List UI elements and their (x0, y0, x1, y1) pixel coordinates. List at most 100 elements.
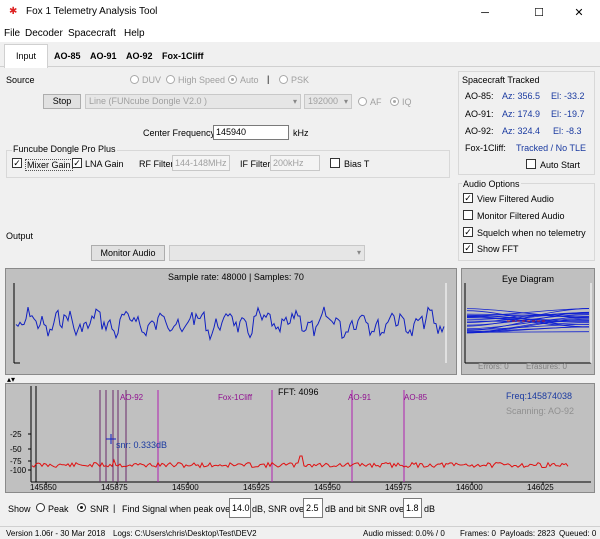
iq-radio[interactable] (390, 97, 399, 106)
tracked-status: Tracked / No TLE (516, 143, 587, 153)
fft-x-tick: 146000 (456, 483, 483, 492)
fft-marker-label: AO-85 (404, 393, 428, 402)
tracked-az: Az: 356.5 (502, 91, 541, 101)
status-logs: Logs: C:\Users\chris\Desktop\Test\DEV2 (113, 529, 257, 538)
stop-button[interactable]: Stop (43, 94, 81, 109)
monitor-filtered-audio-checkbox[interactable] (463, 210, 473, 220)
menu-help[interactable]: Help (124, 28, 145, 39)
fft-x-tick: 145925 (243, 483, 270, 492)
audio-device-select[interactable]: Line (FUNcube Dongle V2.0 ) ▾ (85, 94, 301, 109)
fft-marker-label: AO-91 (348, 393, 372, 402)
minimize-button[interactable]: ─ (462, 0, 508, 26)
sample-rate-select[interactable]: 192000 ▾ (304, 94, 352, 109)
center-frequency-unit: kHz (293, 128, 309, 138)
tab-ao-85[interactable]: AO-85 (50, 47, 85, 65)
bit-snr-label: dB and bit SNR over (325, 504, 408, 514)
spacecraft-tracked-title: Spacecraft Tracked (462, 75, 540, 85)
fft-y-axis: -25 -50 -75-100 (10, 430, 31, 475)
auto-radio[interactable] (228, 75, 237, 84)
snr-over-label: dB, SNR over (252, 504, 308, 514)
auto-start-label: Auto Start (540, 160, 581, 170)
view-filtered-audio-label: View Filtered Audio (477, 194, 554, 204)
funcube-title: Funcube Dongle Pro Plus (12, 144, 117, 154)
db-label: dB (424, 504, 436, 514)
af-radio[interactable] (358, 97, 367, 106)
fft-spacecraft-markers: AO-92 Fox-1Cliff AO-91 AO-85 (35, 386, 428, 482)
center-frequency-input[interactable]: 145940 (213, 125, 289, 140)
close-button[interactable]: ✕ (556, 0, 600, 26)
psk-label: PSK (291, 75, 310, 85)
fft-panel[interactable]: -25 -50 -75 -100 145850 145875 145900 145925 14… (5, 383, 595, 493)
bit-snr-threshold-input[interactable]: 1.8 (403, 498, 422, 518)
peak-threshold-input[interactable]: 14.0 (229, 498, 251, 518)
rf-filter-field[interactable]: 144-148MHz (172, 155, 230, 171)
tab-ao-91[interactable]: AO-91 (86, 47, 121, 65)
if-filter-label: IF Filter (240, 159, 271, 169)
if-filter-field[interactable]: 200kHz (270, 155, 320, 171)
mode-separator: | (267, 74, 270, 84)
peak-label: Peak (48, 504, 69, 514)
tracked-name: AO-92: (465, 126, 494, 136)
snr-label: SNR (90, 504, 110, 514)
tab-input[interactable]: Input (4, 44, 48, 68)
fft-y-tick: -100 (10, 466, 27, 475)
snr-radio[interactable] (77, 503, 86, 512)
fft-marker-label: AO-92 (120, 393, 144, 402)
tracked-el: El: -33.2 (551, 91, 585, 101)
menu-spacecraft[interactable]: Spacecraft (68, 28, 116, 39)
status-audio-missed: Audio missed: 0.0% / 0 (363, 529, 445, 538)
eye-diagram-title: Eye Diagram (502, 274, 555, 284)
fft-y-tick: -50 (10, 445, 22, 454)
fft-x-tick: 145975 (385, 483, 412, 492)
menu-file[interactable]: File (4, 28, 20, 39)
tracked-name: AO-91: (465, 109, 494, 119)
menu-decoder[interactable]: Decoder (25, 28, 63, 39)
auto-start-checkbox[interactable] (526, 159, 536, 169)
tracked-el: El: -19.7 (551, 109, 585, 119)
status-version: Version 1.06r - 30 Mar 2018 (6, 529, 106, 538)
tracked-name: Fox-1Cliff: (465, 143, 506, 153)
peak-radio[interactable] (36, 503, 45, 512)
fft-x-tick: 145875 (101, 483, 128, 492)
app-icon: ✱ (9, 6, 18, 17)
af-label: AF (370, 97, 382, 107)
menu-bar: File Decoder Spacecraft Help (0, 26, 600, 42)
mixer-gain-checkbox[interactable]: ✓ (12, 158, 22, 168)
source-label: Source (6, 75, 35, 85)
bottom-separator: | (113, 503, 116, 513)
fft-x-tick: 145900 (172, 483, 199, 492)
snr-threshold-input[interactable]: 2.5 (303, 498, 323, 518)
chevron-down-icon: ▾ (292, 97, 297, 106)
show-fft-label: Show FFT (477, 244, 519, 254)
bias-t-checkbox[interactable] (330, 158, 340, 168)
output-device-select[interactable]: ▾ (169, 245, 365, 261)
find-signal-label: Find Signal when peak over (122, 504, 234, 514)
audio-options-title: Audio Options (462, 179, 521, 189)
fft-marker-label: Fox-1Cliff (218, 393, 253, 402)
fft-x-tick: 145950 (314, 483, 341, 492)
squelch-checkbox[interactable]: ✓ (463, 227, 473, 237)
tab-ao-92[interactable]: AO-92 (122, 47, 157, 65)
psk-radio[interactable] (279, 75, 288, 84)
fft-y-tick: -75 (10, 457, 22, 466)
show-fft-checkbox[interactable]: ✓ (463, 243, 473, 253)
audio-sample-caption: Sample rate: 48000 | Samples: 70 (168, 272, 304, 282)
status-payloads: Payloads: 2823 (500, 529, 556, 538)
tracked-az: Az: 324.4 (502, 126, 541, 136)
squelch-label: Squelch when no telemetry (477, 228, 586, 238)
tab-fox-1cliff[interactable]: Fox-1Cliff (158, 47, 208, 65)
mixer-gain-label: Mixer Gain (25, 159, 73, 171)
center-frequency-label: Center Frequency (143, 128, 216, 138)
fft-frequency: Freq:145874038 (506, 391, 573, 401)
fft-title: FFT: 4096 (278, 387, 319, 397)
high-speed-radio[interactable] (166, 75, 175, 84)
show-label: Show (8, 504, 31, 514)
monitor-audio-button[interactable]: Monitor Audio (91, 245, 165, 261)
view-filtered-audio-checkbox[interactable]: ✓ (463, 193, 473, 203)
chevron-down-icon: ▾ (343, 97, 348, 106)
lna-gain-checkbox[interactable]: ✓ (72, 158, 82, 168)
duv-label: DUV (142, 75, 162, 85)
duv-radio[interactable] (130, 75, 139, 84)
audio-device-value: Line (FUNcube Dongle V2.0 ) (89, 96, 208, 106)
fft-x-axis: 145850 145875 145900 145925 145950 145975 1460… (30, 482, 554, 492)
